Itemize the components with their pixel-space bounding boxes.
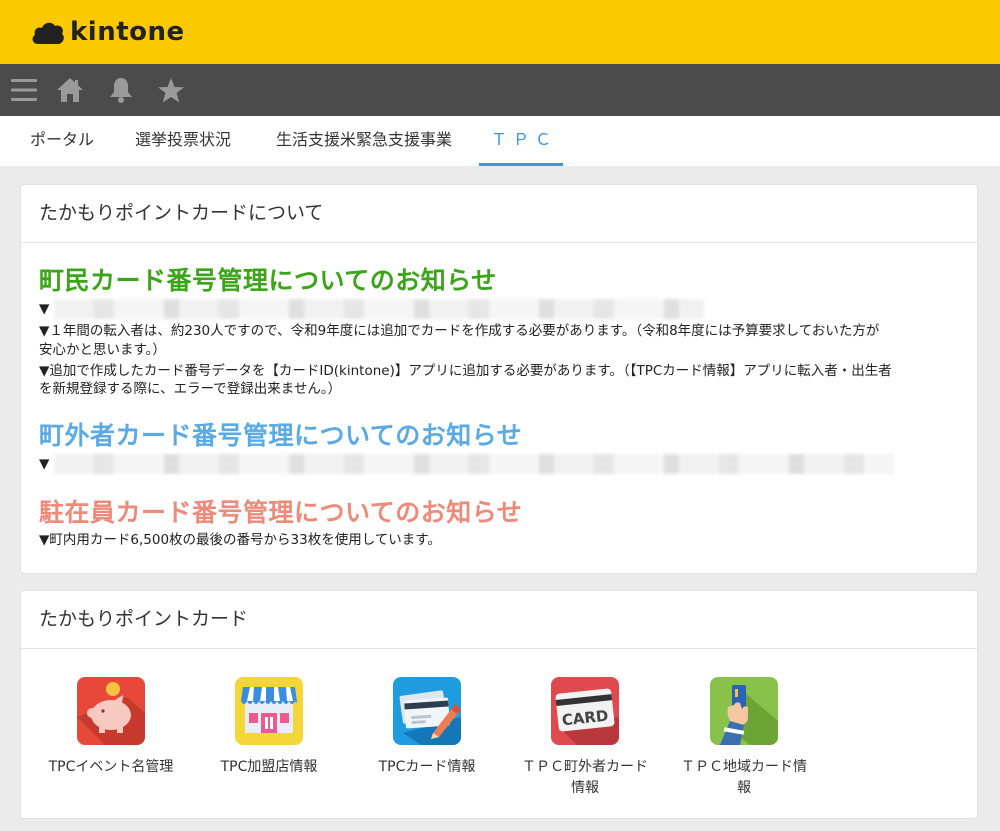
kintone-logo[interactable]: kintone	[30, 14, 185, 50]
card-title: たかもりポイントカードについて	[21, 185, 977, 243]
app-tpc-card-info[interactable]: TPCカード情報	[357, 677, 497, 778]
piggy-bank-icon	[77, 677, 145, 745]
notice-line: ▼１年間の転入者は、約230人ですので、令和9年度には追加でカードを作成する必要…	[39, 323, 880, 339]
bell-icon	[110, 78, 132, 103]
tab-rice-support[interactable]: 生活支援米緊急支援事業	[256, 116, 472, 166]
card-label-icon: CARD	[551, 677, 619, 745]
global-toolbar	[0, 64, 1000, 116]
card-title: たかもりポイントカード	[21, 591, 977, 649]
app-label: ＴＰＣ地域カード情 報	[681, 759, 807, 796]
resident-card-notice-heading: 町民カード番号管理についてのお知らせ	[39, 266, 497, 295]
non-resident-card-notice-heading: 町外者カード番号管理についてのお知らせ	[39, 421, 523, 450]
notice-line: ▼	[39, 299, 959, 319]
storefront-icon	[235, 677, 303, 745]
home-button[interactable]	[46, 64, 94, 116]
logo-text: kintone	[70, 17, 185, 47]
hand-card-icon	[710, 677, 778, 745]
app-tpc-event-management[interactable]: TPCイベント名管理	[41, 677, 181, 778]
app-label: TPCカード情報	[378, 759, 476, 775]
app-header: kintone	[0, 0, 1000, 64]
app-tpc-member-stores[interactable]: TPC加盟店情報	[199, 677, 339, 778]
tab-portal[interactable]: ポータル	[12, 116, 112, 166]
star-icon	[158, 77, 184, 102]
notice-line: ▼	[39, 454, 959, 474]
tpc-apps-card: たかもりポイントカード TPCイベント名管理 TPC加盟店情報 TPCカード情報…	[20, 590, 978, 819]
app-tpc-regional-card-info[interactable]: ＴＰＣ地域カード情 報	[674, 677, 814, 799]
notice-line: 安心かと思います。）	[39, 342, 166, 358]
menu-icon	[11, 79, 37, 101]
favorites-button[interactable]	[147, 64, 195, 116]
kintone-cloud-icon	[32, 22, 64, 44]
notice-line: ▼町内用カード6,500枚の最後の番号から33枚を使用しています。	[39, 532, 441, 548]
redacted-text	[53, 454, 894, 474]
notice-line: ▼追加で作成したカード番号データを【カードID(kintone)】アプリに追加す…	[39, 363, 892, 379]
tpc-notice-card: たかもりポイントカードについて 町民カード番号管理についてのお知らせ ▼ ▼１年…	[20, 184, 978, 574]
app-label: TPCイベント名管理	[48, 759, 174, 775]
app-label: TPC加盟店情報	[220, 759, 318, 775]
notifications-button[interactable]	[97, 64, 145, 116]
tab-tpc[interactable]: ＴＰＣ	[479, 116, 563, 166]
app-label: ＴＰＣ町外者カード 情報	[522, 759, 648, 796]
home-icon	[57, 78, 83, 102]
app-tpc-non-resident-card-info[interactable]: CARD ＴＰＣ町外者カード 情報	[515, 677, 655, 799]
redacted-text	[53, 299, 704, 319]
portal-tabs: ポータル 選挙投票状況 生活支援米緊急支援事業 ＴＰＣ	[0, 116, 1000, 166]
menu-button[interactable]	[0, 64, 48, 116]
notice-line: を新規登録する際に、エラーで登録出来ません。）	[39, 381, 342, 397]
resident-staff-card-notice-heading: 駐在員カード番号管理についてのお知らせ	[39, 498, 523, 527]
tab-election-status[interactable]: 選挙投票状況	[116, 116, 250, 166]
card-pen-icon	[393, 677, 461, 745]
